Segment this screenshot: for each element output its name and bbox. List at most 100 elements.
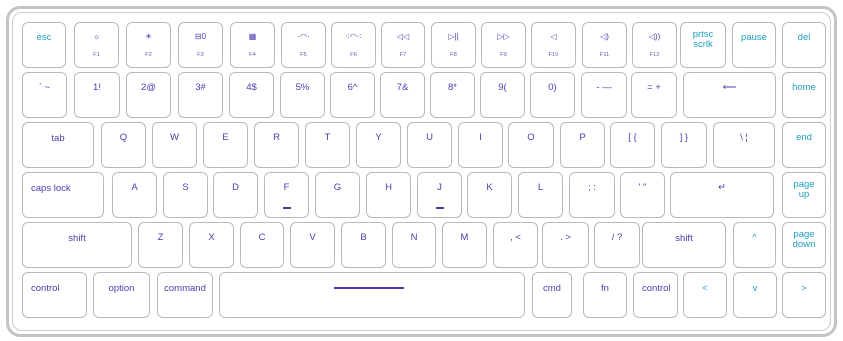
- key-label-line2: scrlk: [693, 39, 713, 50]
- key-quote[interactable]: ' ": [620, 172, 665, 218]
- key-label: - —: [596, 82, 612, 93]
- key-i[interactable]: I: [458, 122, 503, 168]
- key-tab[interactable]: tab: [22, 122, 94, 168]
- key-lshift[interactable]: shift: [22, 222, 132, 268]
- key-label: caps lock: [31, 183, 71, 194]
- key-slash[interactable]: / ?: [594, 222, 640, 268]
- key-s[interactable]: S: [163, 172, 208, 218]
- key-f5[interactable]: ·◠· F5: [281, 22, 326, 68]
- f7-media-icon: ◁◁: [396, 32, 410, 41]
- key-d[interactable]: D: [213, 172, 258, 218]
- key-f12[interactable]: ◁)) F12: [632, 22, 677, 68]
- key-pause[interactable]: pause: [732, 22, 776, 68]
- key-v[interactable]: V: [290, 222, 335, 268]
- key-5[interactable]: 5%: [280, 72, 325, 118]
- key-g[interactable]: G: [315, 172, 360, 218]
- key-rbracket[interactable]: ] }: [661, 122, 707, 168]
- key-period[interactable]: . >: [542, 222, 589, 268]
- key-fn[interactable]: fn: [583, 272, 627, 318]
- key-3[interactable]: 3#: [178, 72, 223, 118]
- key-label: , <: [510, 232, 521, 243]
- key-w[interactable]: W: [152, 122, 197, 168]
- key-home[interactable]: home: [782, 72, 826, 118]
- key-m[interactable]: M: [442, 222, 487, 268]
- key-k[interactable]: K: [467, 172, 512, 218]
- key-label: 2@: [141, 82, 156, 93]
- key-label: pause: [741, 32, 767, 43]
- key-prtsc[interactable]: prtsc scrlk: [680, 22, 726, 68]
- key-b[interactable]: B: [341, 222, 386, 268]
- key-label: \ ¦: [740, 132, 748, 143]
- key-6[interactable]: 6^: [330, 72, 375, 118]
- key-h[interactable]: H: [366, 172, 411, 218]
- key-up[interactable]: ^: [733, 222, 776, 268]
- key-label: ' ": [638, 182, 647, 193]
- f12-media-icon: ◁)): [648, 32, 661, 41]
- key-backtick[interactable]: ` ~: [22, 72, 67, 118]
- key-capslock[interactable]: caps lock: [22, 172, 104, 218]
- key-x[interactable]: X: [189, 222, 234, 268]
- key-u[interactable]: U: [407, 122, 452, 168]
- key-p[interactable]: P: [560, 122, 605, 168]
- key-down[interactable]: v: [733, 272, 777, 318]
- key-l[interactable]: L: [518, 172, 563, 218]
- key-f6[interactable]: ⁖◠⁖ F6: [331, 22, 376, 68]
- key-comma[interactable]: , <: [493, 222, 538, 268]
- key-rshift[interactable]: shift: [642, 222, 726, 268]
- key-label: home: [792, 82, 816, 93]
- key-space[interactable]: [219, 272, 525, 318]
- key-f11[interactable]: ◁) F11: [582, 22, 627, 68]
- key-0[interactable]: 0): [530, 72, 575, 118]
- key-label: M: [460, 232, 469, 243]
- key-del[interactable]: del: [782, 22, 826, 68]
- key-esc[interactable]: esc: [22, 22, 66, 68]
- key-a[interactable]: A: [112, 172, 157, 218]
- key-end[interactable]: end: [782, 122, 826, 168]
- key-pagedown[interactable]: page down: [782, 222, 826, 268]
- key-1[interactable]: 1!: [74, 72, 120, 118]
- f2-media-icon: ☀: [144, 32, 153, 41]
- key-command[interactable]: command: [157, 272, 213, 318]
- key-9[interactable]: 9(: [480, 72, 525, 118]
- key-right[interactable]: >: [782, 272, 826, 318]
- key-cmd[interactable]: cmd: [532, 272, 572, 318]
- key-f10[interactable]: ◁ F10: [531, 22, 576, 68]
- key-minus[interactable]: - —: [581, 72, 627, 118]
- key-f8[interactable]: ▷|| F8: [431, 22, 476, 68]
- key-8[interactable]: 8*: [430, 72, 475, 118]
- key-q[interactable]: Q: [101, 122, 146, 168]
- key-4[interactable]: 4$: [229, 72, 274, 118]
- key-lbracket[interactable]: [ {: [610, 122, 655, 168]
- key-backspace[interactable]: ⟵: [683, 72, 776, 118]
- key-o[interactable]: O: [508, 122, 554, 168]
- key-j[interactable]: J: [417, 172, 462, 218]
- key-lcontrol[interactable]: control: [22, 272, 87, 318]
- key-t[interactable]: T: [305, 122, 350, 168]
- key-y[interactable]: Y: [356, 122, 401, 168]
- key-e[interactable]: E: [203, 122, 248, 168]
- key-equals[interactable]: = +: [631, 72, 677, 118]
- key-z[interactable]: Z: [138, 222, 183, 268]
- key-n[interactable]: N: [392, 222, 436, 268]
- key-backslash[interactable]: \ ¦: [713, 122, 775, 168]
- key-left[interactable]: <: [683, 272, 727, 318]
- key-2[interactable]: 2@: [126, 72, 171, 118]
- key-f9[interactable]: ▷▷ F9: [481, 22, 526, 68]
- key-semicolon[interactable]: ; :: [569, 172, 615, 218]
- key-f[interactable]: F: [264, 172, 309, 218]
- key-label: W: [170, 132, 179, 143]
- key-f3[interactable]: ⊟0 F3: [178, 22, 223, 68]
- key-label-line2: up: [798, 189, 810, 200]
- key-f2[interactable]: ☀ F2: [126, 22, 171, 68]
- key-f1[interactable]: ☼ F1: [74, 22, 119, 68]
- key-label: C: [258, 232, 266, 243]
- key-f7[interactable]: ◁◁ F7: [381, 22, 425, 68]
- key-option[interactable]: option: [93, 272, 150, 318]
- key-r[interactable]: R: [254, 122, 299, 168]
- key-7[interactable]: 7&: [380, 72, 425, 118]
- key-c[interactable]: C: [240, 222, 284, 268]
- key-enter[interactable]: ↵: [670, 172, 774, 218]
- key-pageup[interactable]: page up: [782, 172, 826, 218]
- key-f4[interactable]: ▦ F4: [230, 22, 275, 68]
- key-rcontrol[interactable]: control: [633, 272, 678, 318]
